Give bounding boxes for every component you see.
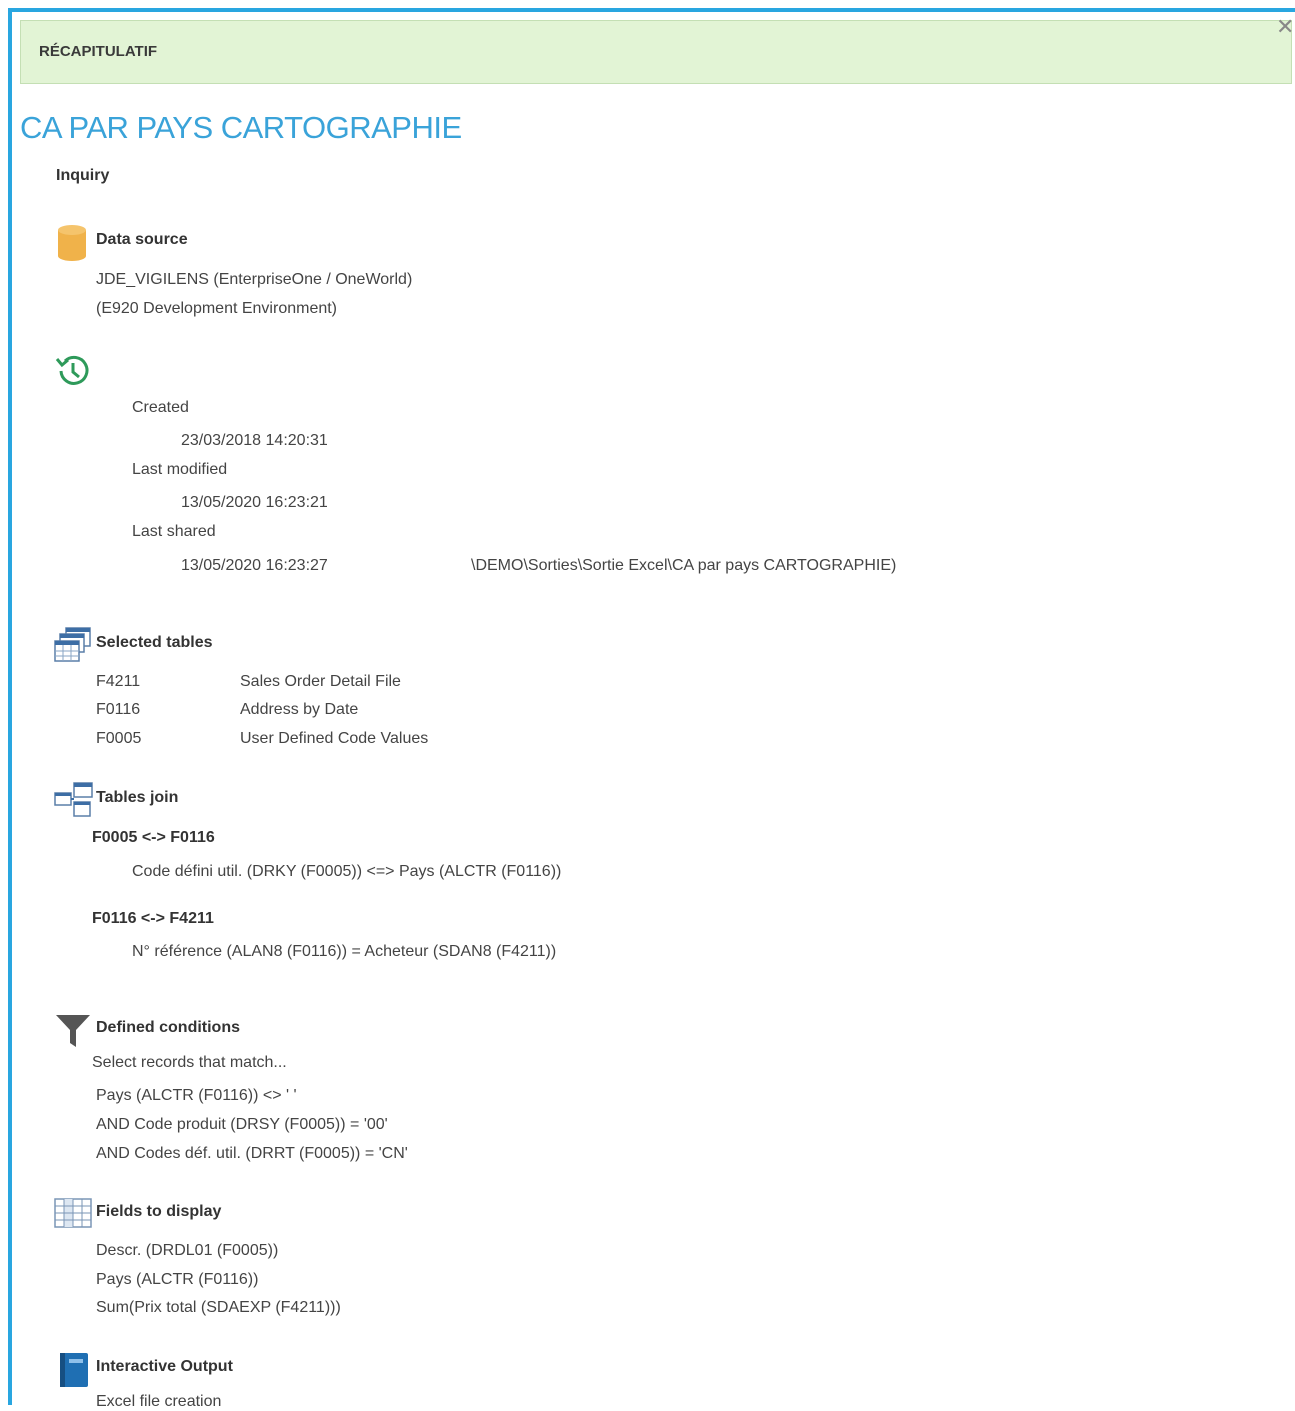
database-icon: [58, 225, 86, 261]
field-line: Sum(Prix total (SDAEXP (F4211))): [96, 1299, 341, 1316]
join-title: F0005 <-> F0116: [92, 829, 215, 846]
notebook-icon: [60, 1353, 88, 1387]
history-icon: [55, 355, 89, 385]
table-code: F0005: [96, 730, 142, 747]
close-icon[interactable]: ✕: [1276, 16, 1294, 38]
field-line: Descr. (DRDL01 (F0005)): [96, 1242, 279, 1259]
shared-path: \DEMO\Sorties\Sortie Excel\CA par pays C…: [471, 557, 897, 574]
output-heading: Interactive Output: [96, 1358, 233, 1375]
condition-line: AND Codes déf. util. (DRRT (F0005)) = 'C…: [96, 1145, 408, 1162]
summary-banner: RÉCAPITULATIF: [20, 20, 1292, 84]
modified-label: Last modified: [132, 461, 228, 478]
report-type: Inquiry: [56, 167, 110, 184]
data-source-line1: JDE_VIGILENS (EnterpriseOne / OneWorld): [96, 271, 413, 288]
data-source-line2: (E920 Development Environment): [96, 300, 338, 317]
created-label: Created: [132, 399, 189, 416]
fields-heading: Fields to display: [96, 1203, 222, 1220]
banner-title: RÉCAPITULATIF: [39, 43, 158, 60]
dialog-frame: [8, 8, 1295, 1405]
join-detail: N° référence (ALAN8 (F0116)) = Acheteur …: [132, 943, 557, 960]
table-code: F0116: [96, 701, 141, 718]
table-code: F4211: [96, 673, 141, 690]
output-line: Excel file creation: [96, 1393, 222, 1410]
table-desc: User Defined Code Values: [240, 730, 429, 747]
data-source-heading: Data source: [96, 231, 188, 248]
conditions-intro: Select records that match...: [92, 1054, 287, 1071]
modified-value: 13/05/2020 16:23:21: [181, 494, 328, 511]
condition-line: AND Code produit (DRSY (F0005)) = '00': [96, 1116, 388, 1133]
conditions-heading: Defined conditions: [96, 1019, 240, 1036]
join-title: F0116 <-> F4211: [92, 910, 214, 927]
tables-join-heading: Tables join: [96, 789, 179, 806]
join-icon: [54, 782, 93, 817]
field-line: Pays (ALCTR (F0116)): [96, 1271, 259, 1288]
join-detail: Code défini util. (DRKY (F0005)) <=> Pay…: [132, 863, 562, 880]
tables-icon: [54, 627, 91, 662]
grid-icon: [54, 1198, 92, 1228]
table-desc: Address by Date: [240, 701, 359, 718]
selected-tables-heading: Selected tables: [96, 634, 213, 651]
created-value: 23/03/2018 14:20:31: [181, 432, 328, 449]
condition-line: Pays (ALCTR (F0116)) <> ' ': [96, 1087, 297, 1104]
filter-icon: [56, 1015, 90, 1047]
shared-value: 13/05/2020 16:23:27: [181, 557, 328, 574]
report-title: CA PAR PAYS CARTOGRAPHIE: [20, 110, 462, 145]
table-desc: Sales Order Detail File: [240, 673, 401, 690]
shared-label: Last shared: [132, 523, 216, 540]
